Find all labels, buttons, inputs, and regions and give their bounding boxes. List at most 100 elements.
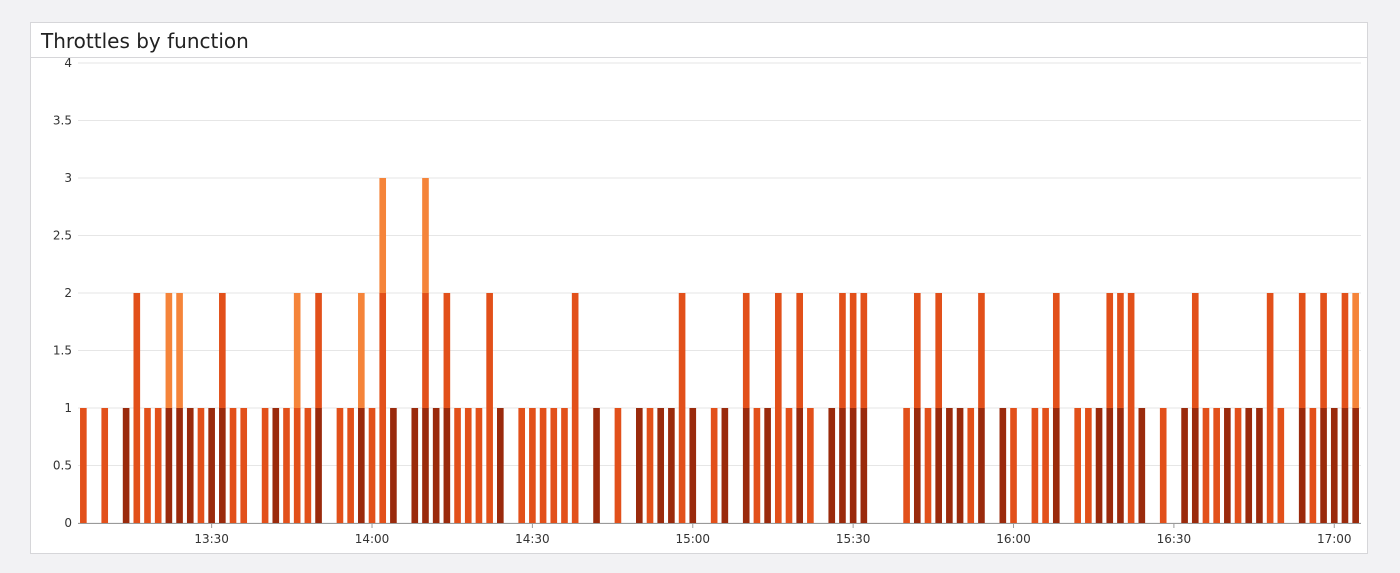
bar-segment [379,178,387,293]
bar-segment [454,408,461,523]
bar-segment [272,408,280,523]
bar-segment [1234,408,1242,523]
chart-panel: Throttles by function 0 0.5 1 1.5 2 2.5 3 3.5 4 1… [30,22,1368,554]
bar-segment [347,408,354,523]
bar-segment [1202,408,1210,523]
bar-segment [219,293,226,408]
bar-segment [229,408,237,523]
bar-segment [913,408,921,523]
y-tick-label: 3 [64,171,72,185]
bar-segment [80,408,87,523]
bar-segment [614,408,622,523]
bar-segment [1042,408,1049,523]
y-tick-label: 1.5 [53,344,72,358]
bar-segment [678,293,686,523]
bar-segment [165,408,173,523]
bar-segment [1213,408,1220,523]
bar-segment [379,293,387,523]
x-tick-label: 14:30 [515,532,550,546]
bar-segment [657,408,665,523]
bar-segment [443,408,451,523]
y-tick-label: 1 [64,401,72,415]
bar-segment [999,408,1007,523]
bar-segment [133,293,141,523]
bar-segment [635,408,643,523]
bar-segment [742,293,750,408]
bar-segment [1095,408,1103,523]
bar-segment [261,408,269,523]
bar-segment [368,408,376,523]
bar-segment [753,408,761,523]
bar-segment [539,408,547,523]
bar-segment [1181,408,1188,523]
x-tick-label: 15:30 [836,532,871,546]
y-tick-label: 0 [64,516,72,530]
bar-segment [742,408,750,523]
bar-segment [518,408,526,523]
x-tick-label: 14:00 [355,532,390,546]
x-tick-label: 13:30 [194,532,229,546]
bar-segment [1309,408,1317,523]
bar-segment [186,408,194,523]
bar-segment [828,408,836,523]
bar-segment [1117,293,1124,408]
bar-segment [1298,408,1306,523]
bar-segment [1106,408,1114,523]
bar-segment [1245,408,1253,523]
bar-segment [390,408,397,523]
bar-segment [304,408,312,523]
bar-segment [122,408,130,523]
bar-segment [1352,408,1359,523]
bar-segment [176,408,183,523]
bar-segment [497,408,504,523]
bar-segment [1074,408,1081,523]
bar-segment [956,408,964,523]
bar-segment [839,293,846,408]
bar-segment [849,293,857,408]
bar-segment [176,293,183,408]
bar-segment [432,408,440,523]
bar-segment [1320,408,1327,523]
y-tick-label: 3.5 [53,114,72,128]
bar-segment [860,408,868,523]
y-tick-label: 4 [64,56,72,70]
bar-segment [646,408,654,523]
bar-segment [1106,293,1114,408]
bar-segment [978,408,985,523]
bar-segment [358,408,365,523]
bar-segment [1010,408,1017,523]
bar-segment [807,408,814,523]
bar-segment [860,293,868,408]
bar-segment [764,408,771,523]
bar-segment [475,408,483,523]
bar-segment [1159,408,1167,523]
bar-segment [1117,408,1124,523]
bar-segment [849,408,857,523]
bar-segment [721,408,729,523]
bar-segment [154,408,162,523]
bar-segment [1266,293,1274,523]
bar-segment [1341,293,1349,408]
bar-segment [774,293,782,523]
bar-segment [561,408,568,523]
bar-segment [1191,408,1199,523]
bar-segment [1256,408,1263,523]
bar-segment [785,408,793,523]
bar-segment [946,408,953,523]
bar-segment [935,293,942,408]
bar-segment [411,408,419,523]
bar-segment [1138,408,1146,523]
bar-segment [422,293,429,408]
bar-segment [924,408,932,523]
bar-segment [240,408,248,523]
bar-segment [1352,293,1359,408]
throttles-chart: 0 0.5 1 1.5 2 2.5 3 3.5 4 13:30 14:00 14:30 15:00 15:… [53,56,1361,546]
bar-segment [283,408,290,523]
bar-segment [796,293,804,408]
bar-segment [422,178,429,293]
bar-segment [358,293,365,408]
bar-segment [464,408,472,523]
bar-segment [1127,293,1135,523]
bar-segment [315,293,322,408]
y-tick-label: 2 [64,286,72,300]
